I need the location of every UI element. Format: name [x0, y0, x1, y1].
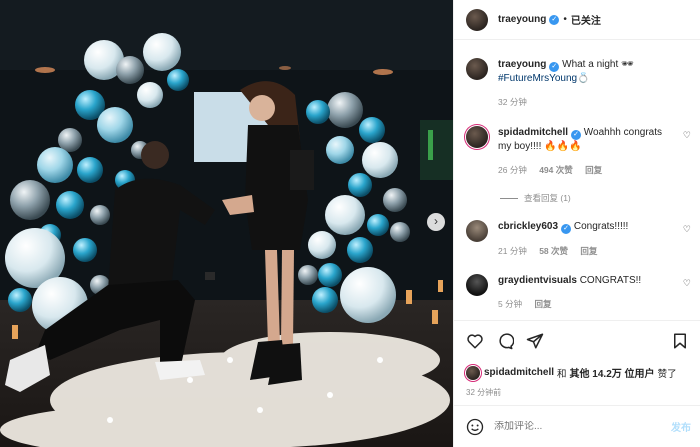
post-header: traeyoung ✓ • 已关注: [454, 0, 700, 40]
reply-button[interactable]: 回复: [580, 246, 597, 256]
hashtag-link[interactable]: #FutureMrsYoung: [498, 73, 577, 84]
save-bookmark-icon[interactable]: [671, 332, 689, 350]
likes-others-count[interactable]: 其他 14.2万 位用户: [570, 365, 655, 380]
comment-item: spidadmitchell ✓ Woahhh congrats my boy!!…: [466, 126, 691, 177]
liker-username[interactable]: spidadmitchell: [484, 367, 554, 378]
comment-text-line2: my boy!!!! 🔥🔥🔥: [498, 141, 582, 152]
comment-like-heart-icon[interactable]: ♡: [683, 278, 691, 289]
header-separator: •: [563, 14, 567, 25]
comment-text: CONGRATS!!: [579, 275, 642, 286]
like-heart-icon[interactable]: [466, 332, 484, 350]
post-comment-button[interactable]: 发布: [671, 419, 691, 434]
verified-badge-icon: ✓: [549, 14, 560, 25]
commenter-avatar[interactable]: [466, 274, 488, 296]
comment-item: graydientvisuals CONGRATS!! 5 分钟 回复 ♡: [466, 274, 691, 311]
post-side-panel: traeyoung ✓ • 已关注 traeyoung ✓ What a nigh…: [453, 0, 700, 447]
author-avatar[interactable]: [466, 8, 488, 31]
liker-avatar[interactable]: [466, 365, 480, 380]
sunglasses-emoji: 🕶: [621, 59, 634, 70]
caption-text: What a night: [562, 59, 619, 70]
reply-button[interactable]: 回复: [534, 299, 551, 309]
commenter-username[interactable]: spidadmitchell: [498, 127, 568, 138]
verified-badge-icon: ✓: [549, 62, 560, 72]
commenter-username[interactable]: cbrickley603: [498, 221, 558, 232]
emoji-smile-icon[interactable]: [466, 418, 484, 436]
comment-text: Congrats!!!!!: [573, 221, 629, 232]
comment-like-heart-icon[interactable]: ♡: [683, 224, 691, 235]
view-replies-button[interactable]: 查看回复 (1): [500, 192, 571, 204]
likes-summary: spidadmitchell 和 其他 14.2万 位用户 赞了: [466, 365, 677, 380]
caption-time: 32 分钟: [498, 97, 527, 107]
proposal-photo-illustration: [0, 0, 453, 447]
replies-divider: [500, 197, 518, 199]
likes-suffix-text: 赞了: [657, 368, 677, 380]
commenter-username[interactable]: graydientvisuals: [498, 275, 577, 286]
comment-like-heart-icon[interactable]: ♡: [683, 130, 691, 141]
verified-badge-icon: ✓: [561, 224, 572, 234]
comment-time: 26 分钟: [498, 165, 527, 175]
instagram-post-window: › traeyoung ✓ • 已关注 traeyoung ✓ What a ni…: [0, 0, 700, 447]
likes-and-text: 和: [557, 368, 567, 380]
comment-bubble-icon[interactable]: [496, 332, 514, 350]
caption-username[interactable]: traeyoung: [498, 59, 546, 70]
next-photo-button[interactable]: ›: [427, 213, 445, 231]
follow-status-button[interactable]: 已关注: [571, 12, 601, 27]
caption-avatar[interactable]: [466, 58, 488, 80]
commenter-avatar[interactable]: [466, 126, 488, 148]
comment-like-count[interactable]: 58 次赞: [539, 246, 568, 256]
comment-time: 21 分钟: [498, 246, 527, 256]
post-timestamp[interactable]: 32 分钟前: [466, 387, 501, 398]
comment-time: 5 分钟: [498, 299, 523, 309]
comment-like-count[interactable]: 494 次赞: [539, 165, 573, 175]
commenter-avatar[interactable]: [466, 220, 488, 242]
verified-badge-icon: ✓: [571, 130, 582, 140]
add-comment-bar: 发布: [454, 405, 700, 447]
comment-item: cbrickley603 ✓ Congrats!!!!! 21 分钟 58 次赞 …: [466, 220, 691, 258]
ring-emoji: 💍: [577, 73, 590, 84]
view-replies-label: 查看回复 (1): [524, 193, 571, 203]
add-comment-input[interactable]: [494, 421, 654, 432]
comment-text: Woahhh congrats: [583, 127, 662, 138]
share-send-icon[interactable]: [526, 332, 544, 350]
action-bar: [454, 320, 700, 362]
author-username[interactable]: traeyoung: [498, 14, 546, 25]
post-photo[interactable]: ›: [0, 0, 453, 447]
reply-button[interactable]: 回复: [585, 165, 602, 175]
post-caption: traeyoung ✓ What a night 🕶 #FutureMrsYoun…: [466, 58, 691, 109]
